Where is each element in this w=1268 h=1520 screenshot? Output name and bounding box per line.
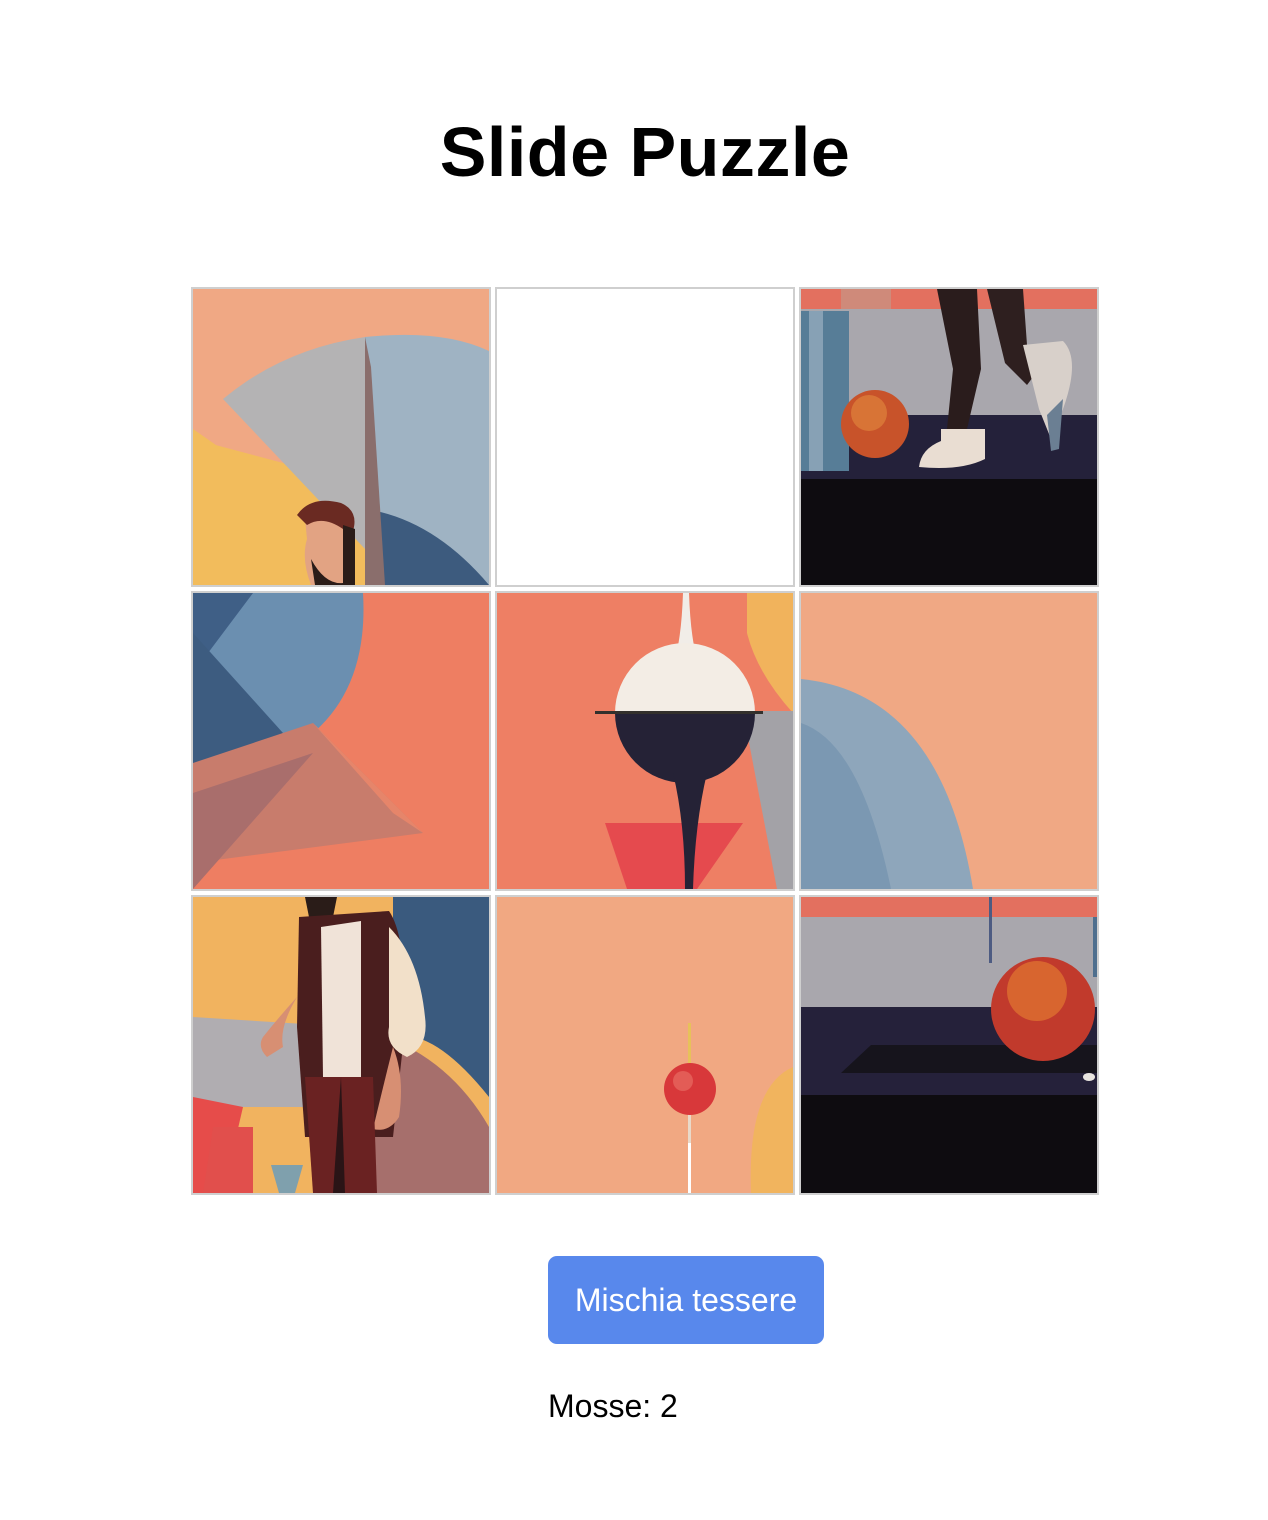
black-white-sphere-drip-tile bbox=[497, 593, 793, 889]
puzzle-tile-8[interactable] bbox=[495, 895, 795, 1195]
puzzle-tile-1[interactable] bbox=[191, 287, 491, 587]
page-title: Slide Puzzle bbox=[439, 113, 851, 191]
puzzle-tile-3[interactable] bbox=[799, 287, 1099, 587]
blue-semicircle-tile bbox=[801, 593, 1097, 889]
puzzle-tile-5[interactable] bbox=[495, 591, 795, 891]
puzzle-empty-slot bbox=[495, 287, 795, 587]
puzzle-tile-7[interactable] bbox=[191, 895, 491, 1195]
puzzle-tile-4[interactable] bbox=[191, 591, 491, 891]
man-head-geometric-shapes-tile bbox=[193, 289, 489, 585]
puzzle-board bbox=[191, 287, 1101, 1197]
shuffle-tiles-button[interactable]: Mischia tessere bbox=[548, 1256, 824, 1344]
moves-counter: Mosse: 2 bbox=[548, 1388, 678, 1424]
blue-pie-shapes-tile bbox=[193, 593, 489, 889]
legs-and-orange-ball-tile bbox=[801, 289, 1097, 585]
puzzle-tile-9[interactable] bbox=[799, 895, 1099, 1195]
orange-ball-on-floor-tile bbox=[801, 897, 1097, 1193]
puzzle-tile-6[interactable] bbox=[799, 591, 1099, 891]
man-in-vest-torso-tile bbox=[193, 897, 489, 1193]
small-red-ball-on-pole-tile bbox=[497, 897, 793, 1193]
